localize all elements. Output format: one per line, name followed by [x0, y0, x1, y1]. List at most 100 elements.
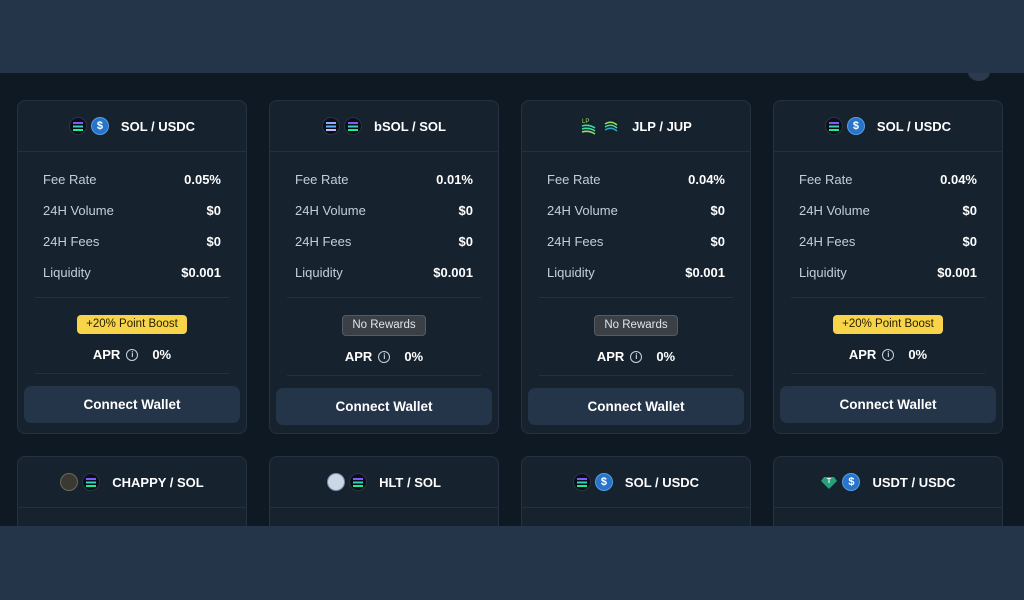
sol-icon: [824, 117, 843, 135]
pool-card: $ SOL / USDC: [521, 456, 751, 526]
connect-wallet-button[interactable]: Connect Wallet: [276, 388, 492, 425]
usdt-icon: T: [820, 473, 838, 491]
connect-wallet-button[interactable]: Connect Wallet: [528, 388, 744, 425]
divider: [287, 297, 481, 298]
stat-value: $0.001: [181, 265, 221, 280]
pool-card-header: CHAPPY / SOL: [18, 457, 246, 508]
pool-card: $ SOL / USDC Fee Rate 0.04% 24H Volume $0 …: [773, 100, 1003, 434]
stat-value: $0: [458, 234, 473, 249]
stat-label: Fee Rate: [43, 172, 97, 187]
stat-value: $0: [962, 203, 977, 218]
apr-label: APR: [596, 349, 625, 364]
stat-label: 24H Fees: [295, 234, 352, 249]
reward-badge: No Rewards: [342, 315, 426, 336]
stat-label: Liquidity: [547, 265, 595, 280]
stat-label: 24H Fees: [799, 234, 856, 249]
pool-card-header: bSOL / SOL: [270, 101, 498, 152]
pools-grid: $ SOL / USDC Fee Rate 0.05% 24H Volume $0 …: [0, 73, 1024, 526]
stat-row: 24H Fees $0: [799, 226, 977, 257]
stat-row: Liquidity $0.001: [547, 257, 725, 288]
pool-card: LP JLP / JUP Fee Rate 0.04% 24H Volume $0 …: [521, 100, 751, 434]
stat-row: Liquidity $0.001: [295, 257, 473, 288]
stat-label: Liquidity: [295, 265, 343, 280]
stat-label: Fee Rate: [295, 172, 349, 187]
bottom-bar: [0, 526, 1024, 600]
pool-card-header: $ SOL / USDC: [522, 457, 750, 508]
stat-value: $0: [206, 234, 221, 249]
info-icon[interactable]: i: [882, 348, 895, 361]
pair-title: SOL / USDC: [120, 118, 196, 134]
stat-value: $0: [206, 203, 221, 218]
stat-row: Liquidity $0.001: [799, 257, 977, 288]
reward-badge: No Rewards: [594, 315, 678, 336]
jlp-icon: LP: [580, 117, 598, 135]
apr-label: APR: [848, 347, 877, 362]
stat-value: $0: [710, 234, 725, 249]
pool-card-header: T $ USDT / USDC: [774, 457, 1002, 508]
chappy-icon: [60, 473, 79, 491]
stat-value: $0: [458, 203, 473, 218]
stat-value: 0.01%: [436, 172, 473, 187]
stat-label: 24H Volume: [799, 203, 870, 218]
pair-title: HLT / SOL: [379, 474, 441, 490]
connect-wallet-button[interactable]: Connect Wallet: [780, 386, 996, 423]
info-icon[interactable]: i: [630, 350, 643, 363]
stat-row: 24H Volume $0: [547, 195, 725, 226]
pair-title: CHAPPY / SOL: [112, 474, 204, 490]
hlt-icon: [327, 473, 346, 491]
stat-value: 0.04%: [688, 172, 725, 187]
apr-value: 0%: [908, 347, 928, 362]
pool-card: T $ USDT / USDC: [773, 456, 1003, 526]
reward-badge: +20% Point Boost: [833, 315, 943, 334]
apr-value: 0%: [656, 349, 676, 364]
stat-label: Liquidity: [43, 265, 91, 280]
jup-icon: [602, 117, 620, 135]
apr-row: APR i 0%: [270, 349, 498, 364]
sol-icon: [572, 473, 591, 491]
stat-value: $0.001: [937, 265, 977, 280]
apr-row: APR i 0%: [522, 349, 750, 364]
pair-title: USDT / USDC: [872, 474, 956, 490]
apr-value: 0%: [404, 349, 424, 364]
sol-icon: [82, 473, 101, 491]
connect-wallet-button[interactable]: Connect Wallet: [24, 386, 240, 423]
stat-label: 24H Volume: [547, 203, 618, 218]
stat-value: $0.001: [685, 265, 725, 280]
stat-row: 24H Fees $0: [547, 226, 725, 257]
usdc-icon: $: [594, 473, 613, 491]
reward-badge: +20% Point Boost: [77, 315, 187, 334]
pool-card: CHAPPY / SOL: [17, 456, 247, 526]
stat-row: 24H Volume $0: [43, 195, 221, 226]
stat-row: Fee Rate 0.05%: [43, 164, 221, 195]
stat-row: 24H Fees $0: [43, 226, 221, 257]
bsol-icon: [322, 117, 340, 135]
info-icon[interactable]: i: [378, 350, 391, 363]
stat-row: Fee Rate 0.04%: [547, 164, 725, 195]
pool-card: $ SOL / USDC Fee Rate 0.05% 24H Volume $0 …: [17, 100, 247, 434]
pool-card-header: $ SOL / USDC: [774, 101, 1002, 152]
pool-card: bSOL / SOL Fee Rate 0.01% 24H Volume $0 24…: [269, 100, 499, 434]
usdc-icon: $: [90, 117, 109, 135]
pool-card-header: HLT / SOL: [270, 457, 498, 508]
scroll-button[interactable]: [968, 73, 990, 81]
usdc-icon: $: [846, 117, 865, 135]
stat-row: 24H Volume $0: [799, 195, 977, 226]
stat-label: Fee Rate: [547, 172, 601, 187]
stat-row: Fee Rate 0.01%: [295, 164, 473, 195]
stat-value: $0: [962, 234, 977, 249]
stat-value: 0.04%: [940, 172, 977, 187]
pair-title: SOL / USDC: [876, 118, 952, 134]
divider: [791, 373, 985, 374]
pool-card-header: LP JLP / JUP: [522, 101, 750, 152]
pool-card-header: $ SOL / USDC: [18, 101, 246, 152]
svg-text:LP: LP: [582, 119, 589, 125]
stat-label: 24H Fees: [547, 234, 604, 249]
divider: [35, 373, 229, 374]
info-icon[interactable]: i: [126, 348, 139, 361]
apr-label: APR: [344, 349, 373, 364]
stat-row: 24H Volume $0: [295, 195, 473, 226]
sol-icon: [349, 473, 368, 491]
pair-title: bSOL / SOL: [374, 118, 446, 134]
stat-row: 24H Fees $0: [295, 226, 473, 257]
sol-icon: [344, 117, 362, 135]
